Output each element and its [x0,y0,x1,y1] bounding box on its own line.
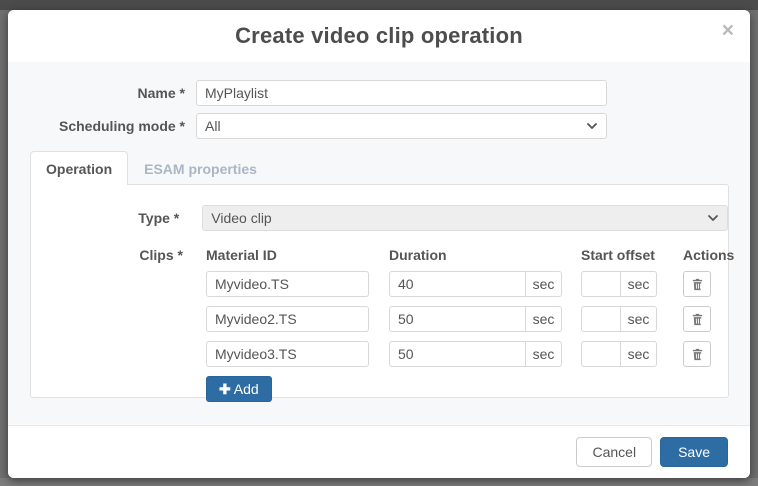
tab-bar: Operation ESAM properties [8,151,750,184]
delete-clip-button[interactable] [683,271,711,297]
create-video-clip-dialog: Create video clip operation × Name * Sch… [8,10,750,478]
close-icon[interactable]: × [722,20,734,41]
column-header-actions: Actions [683,247,711,263]
material-id-input[interactable] [206,341,369,367]
offset-unit-label: sec [621,306,657,332]
cancel-button[interactable]: Cancel [576,437,652,467]
type-row: Type * Video clip [51,205,728,231]
page-backdrop-bottom [0,478,758,486]
chevron-down-icon [707,212,719,224]
scheduling-mode-value: All [205,118,221,134]
column-header-duration: Duration [389,247,562,263]
start-offset-input[interactable] [581,306,621,332]
dialog-body: Name * Scheduling mode * All Operation E… [8,62,750,425]
page-backdrop-top [0,0,758,10]
material-id-input[interactable] [206,306,369,332]
duration-unit-label: sec [526,341,562,367]
dialog-header: Create video clip operation × [8,10,750,62]
offset-unit-label: sec [621,271,657,297]
plus-icon: ✚ [219,381,231,398]
column-header-material-id: Material ID [206,247,369,263]
clip-row: sec sec [206,306,711,332]
name-label: Name * [30,85,185,101]
column-header-start-offset: Start offset [581,247,657,263]
material-id-input[interactable] [206,271,369,297]
trash-icon [691,278,704,291]
clips-label: Clips * [51,247,183,263]
clips-section: Clips * Material ID Duration Start offse… [51,245,728,402]
add-clip-button[interactable]: ✚ Add [206,376,272,402]
scheduling-mode-row: Scheduling mode * All [8,113,750,139]
tab-esam-properties[interactable]: ESAM properties [128,151,273,185]
start-offset-input[interactable] [581,271,621,297]
duration-input[interactable] [389,271,526,297]
tab-operation[interactable]: Operation [30,151,128,185]
dialog-title: Create video clip operation [235,23,523,49]
chevron-down-icon [586,120,598,132]
delete-clip-button[interactable] [683,306,711,332]
type-label: Type * [51,210,179,226]
duration-input[interactable] [389,306,526,332]
duration-unit-label: sec [526,306,562,332]
dialog-footer: Cancel Save [8,425,750,478]
clip-row: sec sec [206,341,711,367]
duration-input[interactable] [389,341,526,367]
operation-tab-panel: Type * Video clip Clips * Material ID Du… [30,184,729,398]
type-select[interactable]: Video clip [202,205,728,231]
name-row: Name * [8,80,750,106]
add-clip-label: Add [234,381,259,397]
scheduling-mode-select[interactable]: All [196,113,607,139]
scheduling-mode-label: Scheduling mode * [30,118,185,134]
duration-unit-label: sec [526,271,562,297]
delete-clip-button[interactable] [683,341,711,367]
trash-icon [691,313,704,326]
offset-unit-label: sec [621,341,657,367]
name-input[interactable] [196,80,607,106]
clips-table-header: Material ID Duration Start offset Action… [206,247,711,263]
save-button[interactable]: Save [660,437,728,467]
trash-icon [691,348,704,361]
clips-table: Material ID Duration Start offset Action… [206,245,711,402]
clip-row: sec sec [206,271,711,297]
start-offset-input[interactable] [581,341,621,367]
type-value: Video clip [211,210,271,226]
